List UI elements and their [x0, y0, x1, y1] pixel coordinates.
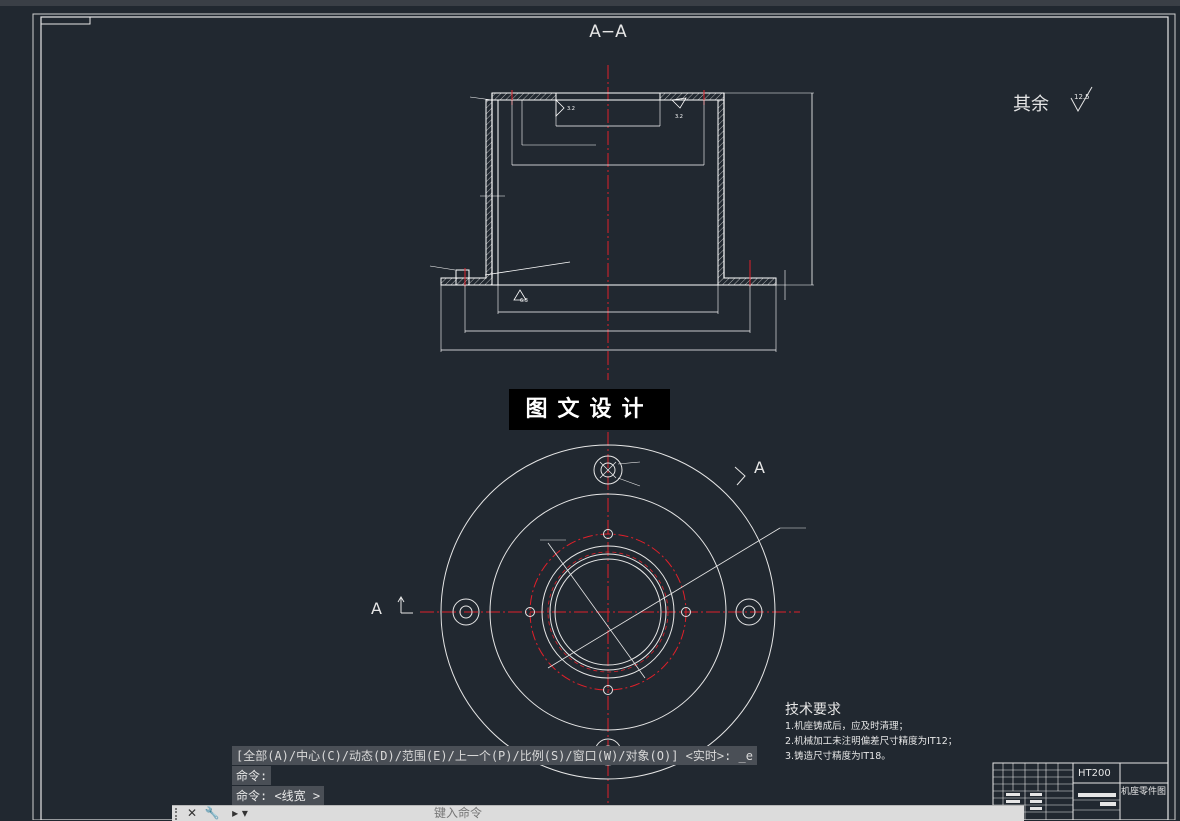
surface-rest-label: 其余 — [1013, 94, 1049, 115]
window-top-strip — [0, 0, 1180, 6]
watermark-banner: 图文设计 — [509, 389, 670, 430]
command-bar: ✕ 🔧 ▸ ▾ — [172, 805, 1024, 821]
section-arrow-left-icon — [397, 596, 413, 614]
section-title: A−A — [589, 22, 627, 42]
command-last-line: 命令: <线宽 > — [232, 786, 325, 805]
section-mark-right: A — [754, 458, 765, 477]
title-block-material: HT200 — [1078, 768, 1111, 779]
command-bar-grip-icon[interactable] — [175, 808, 181, 820]
wrench-icon[interactable]: 🔧 — [204, 806, 220, 821]
roughness-value-3: 6.3 — [520, 298, 528, 304]
close-icon[interactable]: ✕ — [184, 806, 200, 821]
command-history-line: [全部(A)/中心(C)/动态(D)/范围(E)/上一个(P)/比例(S)/窗口… — [232, 746, 757, 765]
section-arrow-right-icon — [734, 466, 746, 486]
command-prev-line: 命令: — [232, 766, 272, 785]
roughness-value-2: 3.2 — [675, 114, 683, 120]
tech-req-item-2: 2.机械加工未注明偏差尺寸精度为IT12； — [785, 735, 957, 747]
title-block-part-name: 机座零件图 — [1121, 785, 1166, 797]
command-input[interactable] — [434, 806, 994, 820]
command-prompt-icon[interactable]: ▸ ▾ — [228, 806, 252, 821]
section-mark-left: A — [371, 599, 382, 618]
frame-corner-tab — [40, 16, 91, 25]
tech-req-title: 技术要求 — [785, 702, 841, 718]
tech-req-item-1: 1.机座铸成后，应及时清理； — [785, 720, 908, 732]
section-view: 3.2 3.2 6.3 — [429, 65, 814, 380]
roughness-value-1: 3.2 — [567, 106, 575, 112]
tech-req-item-3: 3.铸造尺寸精度为IT18。 — [785, 750, 891, 762]
surface-rest-value: 12.5 — [1074, 93, 1090, 101]
